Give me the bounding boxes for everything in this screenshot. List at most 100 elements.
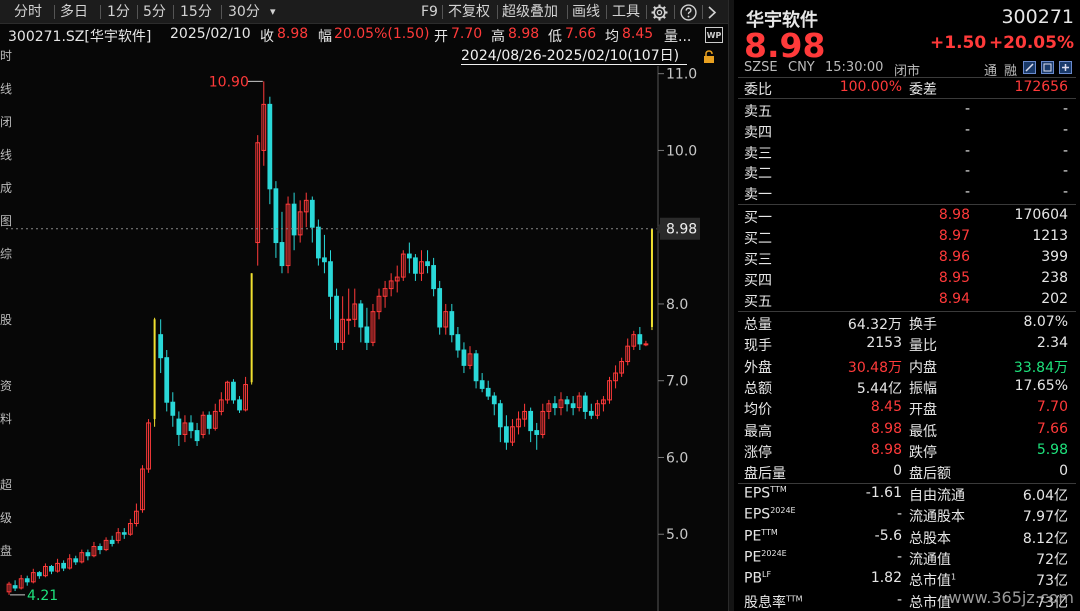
fundamental-value: -1.61	[865, 485, 902, 501]
candle-body	[97, 546, 103, 551]
bid-level-label: 买三	[744, 252, 772, 268]
stat-label: 开盘	[909, 402, 937, 419]
candle-body	[364, 326, 370, 343]
candle-body	[334, 295, 339, 343]
stat-label: 换手	[909, 317, 937, 333]
tools-button[interactable]: 工具	[612, 3, 640, 21]
candle-body	[279, 242, 285, 267]
date-range-label[interactable]: 2024/08/26-2025/02/10(107日)	[461, 48, 687, 65]
change-value: 20.05%(1.50)	[334, 26, 430, 42]
stat-label: 均价	[744, 402, 772, 419]
add-icon[interactable]	[1059, 61, 1072, 74]
fundamental-label-text: 总市值	[909, 594, 951, 611]
ask-level-label: 卖三	[744, 145, 772, 162]
close-label: 收	[260, 29, 274, 45]
fundamental-label-text: 流通股本	[909, 509, 965, 526]
info-bar: 300271.SZ[华宇软件] 2025/02/10 收 8.98 幅 20.0…	[0, 24, 728, 46]
fundamental-label-text: 流通值	[909, 551, 951, 568]
fundamental-value: 6.04亿	[1022, 488, 1068, 504]
candle-body	[534, 430, 540, 435]
ask-price: -	[964, 184, 970, 201]
fundamental-label: EPS2024E	[744, 506, 796, 523]
fundamental-label-suffix: TTM	[761, 527, 778, 537]
ask-volume: -	[1062, 184, 1068, 201]
y-tick-label: 11.0	[666, 67, 697, 83]
candle-body	[425, 261, 430, 267]
price-change: +1.50	[930, 33, 987, 53]
bid-level-label: 买四	[744, 273, 772, 289]
candle-body	[322, 257, 327, 263]
fundamental-label: PBLF	[744, 570, 771, 587]
close-value: 8.98	[277, 26, 309, 42]
window-icon[interactable]	[1041, 61, 1054, 74]
bid-price: 8.96	[938, 249, 970, 265]
high-label: 高	[491, 29, 505, 45]
candlestick-chart[interactable]: 11.0 10.0 8.0 7.0 6.0 5.0 8.98 10.90 4.21	[0, 66, 728, 611]
last-price-tag-label: 8.98	[666, 222, 697, 238]
bid-volume: 399	[1041, 249, 1068, 265]
fundamental-value: 7.97亿	[1022, 509, 1068, 526]
tab-30min[interactable]: 30分	[228, 3, 260, 21]
stat-label: 盘后额	[909, 466, 951, 483]
fundamental-label: PETTM	[744, 528, 778, 545]
weibi-label: 委比	[744, 82, 772, 98]
candle-body	[461, 349, 467, 366]
fundamental-label-text: 总股本	[909, 530, 951, 547]
separator	[137, 5, 138, 19]
tab-intraday[interactable]: 分时	[14, 3, 42, 21]
stat-value: 8.98	[870, 441, 902, 458]
separator	[738, 483, 1076, 484]
gear-icon[interactable]	[651, 4, 668, 21]
tab-15min[interactable]: 15分	[180, 3, 212, 21]
ask-volume: -	[1062, 121, 1068, 138]
candle-body	[455, 334, 461, 351]
candle-body	[24, 578, 30, 583]
stat-value: 30.48万	[847, 359, 902, 376]
f9-button[interactable]: F9	[421, 3, 438, 21]
low-label: 低	[548, 29, 562, 45]
bid-price: 8.98	[938, 207, 970, 223]
bid-volume: 1213	[1032, 228, 1068, 244]
candle-body	[170, 401, 176, 416]
fundamental-value: 1.82	[870, 570, 902, 587]
stat-value: 5.44亿	[856, 380, 902, 397]
tab-1min[interactable]: 1分	[107, 3, 130, 21]
tab-multi-day[interactable]: 多日	[60, 3, 88, 21]
weicha-value: 172656	[1014, 79, 1068, 95]
overlay-button[interactable]: 超级叠加	[502, 3, 558, 21]
sidebar-glyph[interactable]: 时	[0, 50, 12, 63]
stock-code-label: 300271.SZ[华宇软件]	[8, 29, 152, 45]
fundamental-label-suffix: 2024E	[761, 548, 787, 558]
wp-icon[interactable]: WP	[705, 27, 723, 43]
draw-button[interactable]: 画线	[572, 3, 600, 21]
stat-value: 7.66	[1036, 420, 1068, 437]
open-value: 7.70	[451, 26, 483, 42]
fundamental-label-suffix: LF	[762, 570, 772, 580]
candle-body	[358, 303, 364, 328]
chevron-right-icon[interactable]	[707, 6, 717, 19]
candle-body	[528, 410, 534, 432]
fundamental-value: -	[896, 591, 902, 608]
fundamental-value: -	[896, 548, 902, 565]
separator	[100, 5, 101, 19]
edit-icon[interactable]	[1023, 61, 1036, 74]
lock-icon[interactable]	[703, 50, 715, 64]
fundamental-label-suffix: TTM	[786, 593, 803, 603]
candle-body	[497, 403, 503, 428]
fundamental-label: 流通值	[909, 549, 951, 569]
tab-5min[interactable]: 5分	[143, 3, 166, 21]
min-price-label: 4.21	[27, 588, 58, 604]
adjust-button[interactable]: 不复权	[448, 3, 490, 21]
candle-body	[12, 585, 18, 589]
candle-body-limit-up	[153, 319, 156, 420]
stat-value: 64.32万	[847, 317, 902, 333]
help-icon[interactable]	[680, 4, 697, 21]
separator	[173, 5, 174, 19]
market-label: SZSE	[744, 60, 778, 75]
ask-price: -	[964, 101, 970, 117]
ask-level-label: 卖四	[744, 124, 772, 141]
candle-body	[485, 387, 491, 397]
period-dropdown-icon[interactable]: ▾	[270, 3, 276, 21]
candle-body	[643, 343, 649, 346]
date-label: 2025/02/10	[170, 26, 251, 42]
